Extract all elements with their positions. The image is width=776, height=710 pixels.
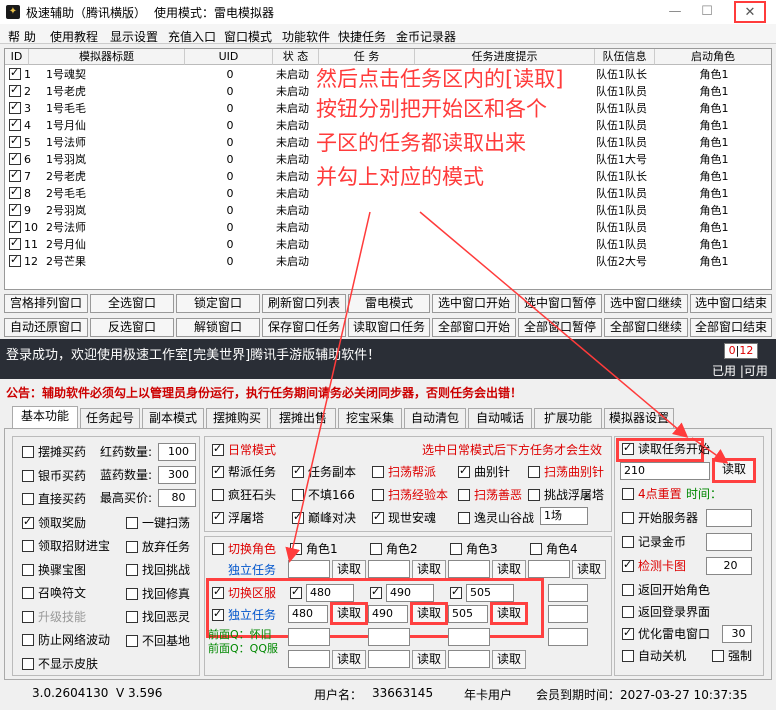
arrow-to-read-start [419, 211, 689, 438]
annotation-arrows [285, 211, 729, 563]
arrow-to-switch [285, 211, 371, 563]
arrow-to-read-btn [691, 437, 729, 464]
